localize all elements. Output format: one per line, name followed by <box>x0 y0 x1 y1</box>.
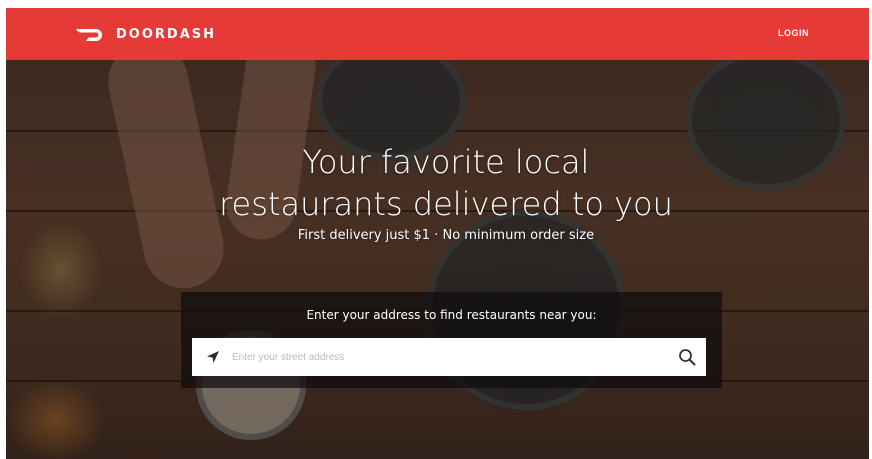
background-overlay <box>6 60 869 459</box>
doordash-logo-icon <box>76 29 102 41</box>
search-icon <box>679 349 696 366</box>
hero-headline-line-2: restaurants delivered to you <box>219 185 673 224</box>
address-search-panel: Enter your address to find restaurants n… <box>181 292 722 388</box>
search-button[interactable] <box>668 338 706 376</box>
page: DOORDASH LOGIN Your favorite local resta… <box>0 0 872 459</box>
location-arrow-icon[interactable] <box>198 350 228 364</box>
hero-section: Your favorite local restaurants delivere… <box>6 60 869 459</box>
hero-subline: First delivery just $1 · No minimum orde… <box>297 228 595 243</box>
search-prompt: Enter your address to find restaurants n… <box>306 308 597 322</box>
address-input[interactable] <box>228 342 668 372</box>
login-link[interactable]: LOGIN <box>778 28 809 38</box>
top-navigation-bar: DOORDASH LOGIN <box>6 8 869 60</box>
address-search-field[interactable] <box>192 338 706 376</box>
hero-headline-line-1: Your favorite local <box>302 143 590 182</box>
brand-name: DOORDASH <box>116 26 216 42</box>
hero-headline: Your favorite local restaurants delivere… <box>6 141 869 225</box>
doordash-logo[interactable]: DOORDASH <box>76 24 216 44</box>
